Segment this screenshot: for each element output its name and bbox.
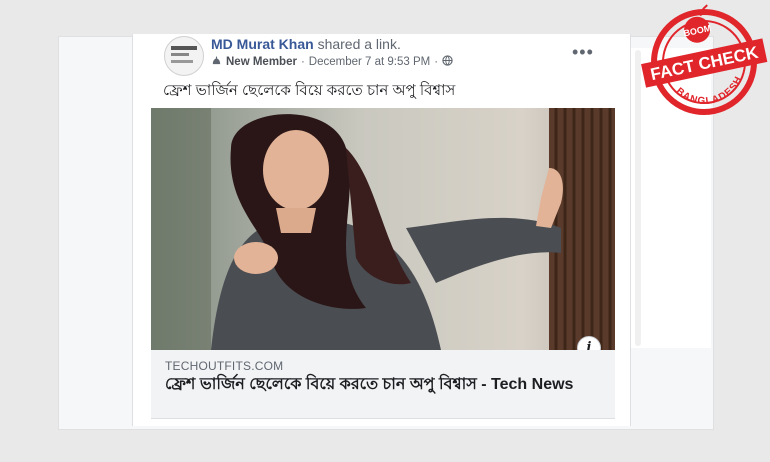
avatar-logo-mark: [171, 53, 189, 56]
avatar-logo-mark: [171, 60, 193, 63]
link-domain: TECHOUTFITS.COM: [165, 359, 284, 373]
meta-separator: ·: [434, 56, 439, 68]
post-header: MD Murat Khan shared a link.: [211, 36, 401, 52]
member-badge: New Member: [226, 56, 297, 68]
link-preview-image[interactable]: [151, 108, 615, 350]
globe-icon: [442, 55, 453, 69]
link-title[interactable]: ফ্রেশ ভার্জিন ছেলেকে বিয়ে করতে চান অপু …: [165, 375, 605, 395]
more-options-icon[interactable]: •••: [572, 42, 594, 63]
post-meta: New Member · December 7 at 9:53 PM ·: [211, 55, 453, 69]
post-timestamp[interactable]: December 7 at 9:53 PM: [309, 56, 430, 68]
meta-separator: ·: [300, 56, 305, 68]
avatar[interactable]: [164, 36, 204, 76]
new-member-badge-icon: [211, 55, 222, 69]
post-text: ফ্রেশ ভার্জিন ছেলেকে বিয়ে করতে চান অপু …: [163, 82, 456, 99]
woman-photo: [151, 108, 615, 350]
avatar-logo-mark: [171, 46, 197, 50]
fact-check-stamp: BOOM FACT CHECK BANGLADESH: [641, 4, 768, 115]
post-action: shared a link.: [317, 36, 401, 52]
author-name[interactable]: MD Murat Khan: [211, 36, 314, 52]
